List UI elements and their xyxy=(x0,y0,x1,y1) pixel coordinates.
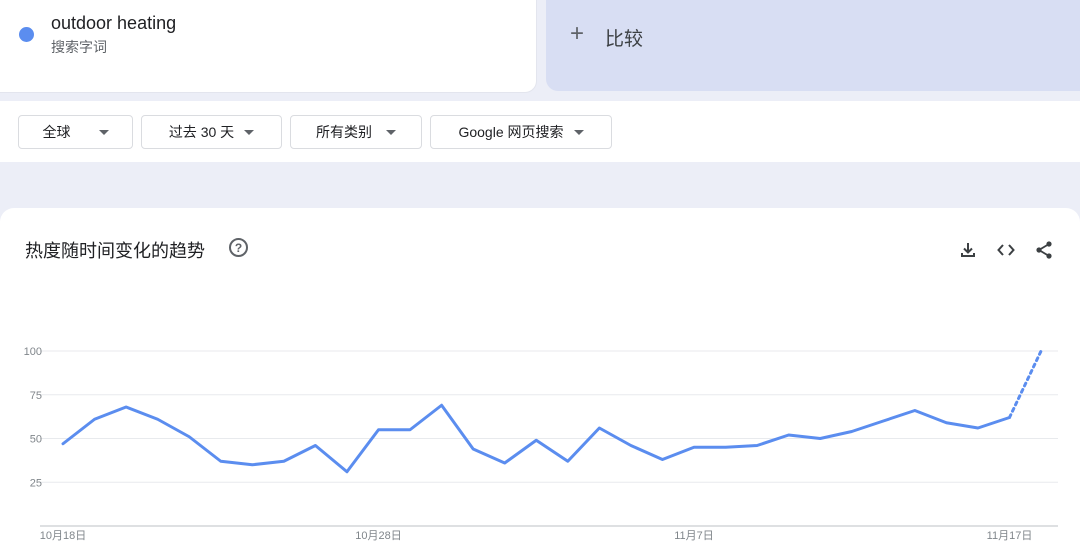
data-point[interactable] xyxy=(281,458,287,464)
interest-over-time-card: 热度随时间变化的趋势 ? 25 50 75 100 10月18日 10月28日 11月7日… xyxy=(0,208,1080,560)
data-point[interactable] xyxy=(723,444,729,450)
data-point[interactable] xyxy=(691,444,697,450)
x-tick-label: 11月17日 xyxy=(987,530,1033,542)
data-point[interactable] xyxy=(659,457,665,463)
filter-bar: 全球 过去 30 天 所有类别 Google 网页搜索 xyxy=(0,101,1080,162)
data-point[interactable] xyxy=(186,434,192,440)
data-point[interactable] xyxy=(975,425,981,431)
chevron-down-icon xyxy=(244,129,255,135)
y-tick-label: 25 xyxy=(30,477,42,489)
data-point[interactable] xyxy=(407,427,413,433)
data-point[interactable] xyxy=(470,446,476,452)
data-point[interactable] xyxy=(502,460,508,466)
search-type-filter[interactable]: Google 网页搜索 xyxy=(430,115,612,149)
data-point[interactable] xyxy=(218,458,224,464)
category-filter-label: 所有类别 xyxy=(316,124,372,140)
compare-button[interactable]: + 比较 xyxy=(546,0,1080,91)
region-filter[interactable]: 全球 xyxy=(18,115,133,149)
chevron-down-icon xyxy=(98,129,109,135)
time-range-filter-label: 过去 30 天 xyxy=(168,124,235,140)
series-color-dot xyxy=(19,27,34,42)
data-point[interactable] xyxy=(817,436,823,442)
search-term-card[interactable]: outdoor heating 搜索字词 xyxy=(0,0,537,93)
y-tick-label: 100 xyxy=(24,346,42,358)
region-filter-label: 全球 xyxy=(42,124,71,140)
data-point[interactable] xyxy=(376,427,382,433)
chevron-down-icon xyxy=(573,129,584,135)
data-point[interactable] xyxy=(880,418,886,424)
time-range-filter[interactable]: 过去 30 天 xyxy=(141,115,282,149)
data-point[interactable] xyxy=(786,432,792,438)
data-point[interactable] xyxy=(912,408,918,414)
search-term-name[interactable]: outdoor heating xyxy=(51,13,176,34)
x-tick-label: 10月18日 xyxy=(40,530,86,542)
trend-chart: 25 50 75 100 10月18日 10月28日 11月7日 11月17日 xyxy=(24,346,1058,542)
data-point[interactable] xyxy=(344,469,350,475)
data-point[interactable] xyxy=(155,416,161,422)
data-point[interactable] xyxy=(754,443,760,449)
data-point[interactable] xyxy=(943,420,949,426)
data-point[interactable] xyxy=(533,437,539,443)
data-point[interactable] xyxy=(565,458,571,464)
data-point[interactable] xyxy=(439,402,445,408)
data-point[interactable] xyxy=(249,462,255,468)
search-term-type: 搜索字词 xyxy=(51,39,107,55)
category-filter[interactable]: 所有类别 xyxy=(290,115,422,149)
x-tick-label: 10月28日 xyxy=(355,530,401,542)
compare-label: 比较 xyxy=(605,29,644,50)
partial-data-segment xyxy=(1008,349,1043,419)
data-point[interactable] xyxy=(60,441,66,447)
chevron-down-icon xyxy=(386,129,396,135)
plus-icon: + xyxy=(570,20,585,47)
search-type-filter-label: Google 网页搜索 xyxy=(458,124,564,140)
y-tick-label: 50 xyxy=(30,434,42,446)
data-point[interactable] xyxy=(628,443,634,449)
y-tick-label: 75 xyxy=(30,390,42,402)
x-tick-label: 11月7日 xyxy=(674,530,714,542)
data-point[interactable] xyxy=(596,425,602,431)
data-point[interactable] xyxy=(123,404,129,410)
data-point[interactable] xyxy=(92,416,98,422)
data-point[interactable] xyxy=(849,429,855,435)
data-point[interactable] xyxy=(312,443,318,449)
